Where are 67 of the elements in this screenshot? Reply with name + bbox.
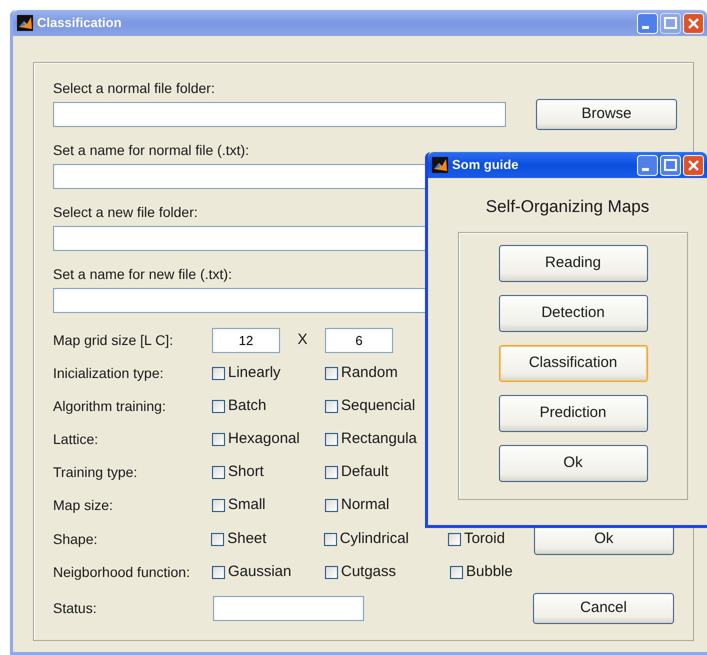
option-label: Shape: — [53, 530, 98, 549]
checkbox-label: Hexagonal — [228, 429, 300, 450]
checkbox[interactable] — [212, 566, 225, 579]
checkbox[interactable] — [212, 466, 225, 479]
checkbox[interactable] — [325, 433, 338, 446]
checkbox-label: Toroid — [464, 528, 505, 549]
browse-button[interactable]: Browse — [536, 98, 677, 130]
maximize-icon[interactable] — [660, 154, 681, 176]
minimize-icon[interactable] — [637, 154, 658, 176]
close-icon[interactable] — [683, 12, 704, 34]
checkbox[interactable] — [212, 367, 225, 380]
option-label: Algorithm training: — [53, 397, 167, 416]
field-label: Set a name for normal file (.txt): — [53, 141, 250, 160]
option-label: Training type: — [53, 463, 138, 482]
app-icon — [432, 157, 448, 173]
checkbox-label: Small — [228, 495, 266, 516]
checkbox-label: Bubble — [466, 562, 513, 582]
checkbox[interactable] — [325, 367, 338, 380]
number-field[interactable]: 12 — [212, 328, 280, 353]
window-title: Classification — [37, 14, 123, 32]
close-icon[interactable] — [683, 154, 704, 176]
checkbox[interactable] — [212, 400, 225, 413]
menu-button[interactable]: Detection — [498, 294, 648, 332]
checkbox-label: Linearly — [228, 363, 281, 384]
dialog-heading: Self-Organizing Maps — [484, 196, 650, 218]
field-label: Map grid size [L C]: — [53, 331, 174, 350]
field-label: Select a normal file folder: — [53, 79, 215, 98]
cancel-button[interactable]: Cancel — [533, 593, 674, 624]
checkbox-label: Default — [341, 462, 389, 482]
checkbox-label: Rectangula — [341, 429, 417, 450]
checkbox[interactable] — [325, 466, 338, 479]
checkbox[interactable] — [212, 499, 225, 512]
status-label: Status: — [53, 599, 98, 618]
text-field[interactable] — [53, 102, 506, 126]
menu-button[interactable]: Prediction — [498, 394, 648, 432]
checkbox[interactable] — [325, 566, 338, 579]
checkbox-label: Short — [228, 462, 264, 482]
option-label: Lattice: — [53, 430, 100, 449]
checkbox-label: Batch — [228, 396, 266, 416]
checkbox-label: Sequencial — [341, 396, 416, 416]
checkbox-label: Cylindrical — [340, 528, 409, 549]
minimize-icon[interactable] — [637, 12, 658, 34]
checkbox[interactable] — [325, 400, 338, 413]
checkbox[interactable] — [324, 532, 337, 546]
checkbox[interactable] — [325, 499, 338, 512]
option-label: Neigborhood function: — [53, 563, 191, 582]
field-label: Set a name for new file (.txt): — [53, 265, 232, 284]
field-label: Select a new file folder: — [53, 203, 198, 222]
number-field[interactable]: 6 — [325, 328, 393, 353]
checkbox-label: Normal — [341, 495, 390, 516]
option-label: Map size: — [53, 496, 114, 515]
checkbox-label: Random — [341, 363, 398, 384]
checkbox[interactable] — [211, 532, 224, 546]
window-title: Som guide — [452, 156, 520, 174]
menu-button[interactable]: Reading — [498, 244, 648, 282]
checkbox-label: Cutgass — [341, 562, 396, 582]
checkbox[interactable] — [450, 566, 463, 579]
option-label: Inicialization type: — [53, 364, 165, 383]
menu-button[interactable]: Classification — [498, 344, 648, 382]
checkbox[interactable] — [212, 433, 225, 446]
menu-button[interactable]: Ok — [498, 444, 648, 482]
app-icon — [17, 15, 33, 31]
status-field[interactable] — [213, 596, 364, 621]
separator-label: X — [296, 330, 308, 350]
checkbox-label: Gaussian — [228, 562, 292, 582]
checkbox-label: Sheet — [227, 528, 266, 549]
checkbox[interactable] — [448, 532, 462, 546]
